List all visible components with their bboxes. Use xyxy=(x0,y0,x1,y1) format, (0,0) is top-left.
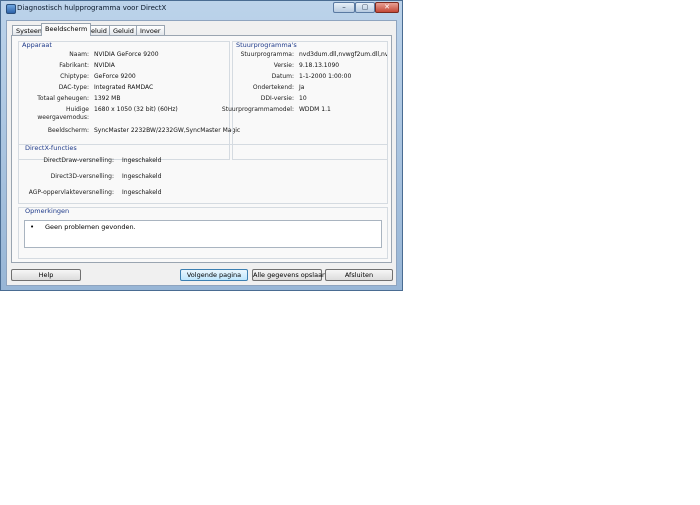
driver-version-label: Versie: xyxy=(273,62,294,69)
agp-label: AGP-oppervlakteversnelling: xyxy=(28,189,114,196)
driver-date-value: 1-1-2000 1:00:00 xyxy=(299,73,352,80)
device-manufacturer-label: Fabrikant: xyxy=(59,62,89,69)
drivers-group xyxy=(232,41,388,160)
device-chiptype-value: GeForce 9200 xyxy=(94,73,136,80)
maximize-button[interactable]: ▢ xyxy=(355,2,375,13)
driver-ddi-value: 10 xyxy=(299,95,307,102)
directx-features-title: DirectX-functies xyxy=(25,144,77,152)
minimize-button[interactable]: – xyxy=(333,2,355,13)
device-dactype-label: DAC-type: xyxy=(58,84,89,91)
driver-model-label: Stuurprogrammamodel: xyxy=(221,106,294,113)
direct3d-value: Ingeschakeld xyxy=(122,173,162,180)
driver-files-label: Stuurprogramma: xyxy=(240,51,294,58)
help-button[interactable]: Help xyxy=(11,269,81,281)
directdraw-label: DirectDraw-versnelling: xyxy=(43,157,114,164)
next-page-button[interactable]: Volgende pagina xyxy=(180,269,248,281)
drivers-group-title: Stuurprogramma's xyxy=(236,41,297,49)
driver-version-value: 9.18.13.1090 xyxy=(299,62,340,69)
directx-diag-window: Diagnostisch hulpprogramma voor DirectX … xyxy=(0,0,403,291)
device-monitor-value: SyncMaster 2232BW/2232GW,SyncMaster Magi… xyxy=(94,127,241,134)
note-text: Geen problemen gevonden. xyxy=(45,223,136,231)
driver-signed-label: Ondertekend: xyxy=(252,84,294,91)
agp-value: Ingeschakeld xyxy=(122,189,162,196)
device-displaymode-value: 1680 x 1050 (32 bit) (60Hz) xyxy=(94,106,178,113)
device-memory-value: 1392 MB xyxy=(94,95,121,102)
window-title: Diagnostisch hulpprogramma voor DirectX xyxy=(17,4,167,12)
driver-model-value: WDDM 1.1 xyxy=(299,106,331,113)
note-bullet: • xyxy=(30,223,35,231)
device-displaymode-label-2: weergavemodus: xyxy=(37,114,89,121)
device-dactype-value: Integrated RAMDAC xyxy=(94,84,154,91)
driver-ddi-label: DDI-versie: xyxy=(260,95,294,102)
device-chiptype-label: Chiptype: xyxy=(60,73,89,80)
device-monitor-label: Beeldscherm: xyxy=(47,127,89,134)
tab-invoer[interactable]: Invoer xyxy=(136,25,165,35)
device-displaymode-label: Huidige xyxy=(66,106,89,113)
direct3d-label: Direct3D-versnelling: xyxy=(50,173,114,180)
device-name-value: NVIDIA GeForce 9200 xyxy=(94,51,159,58)
directdraw-value: Ingeschakeld xyxy=(122,157,162,164)
device-memory-label: Totaal geheugen: xyxy=(37,95,89,102)
notes-title: Opmerkingen xyxy=(25,207,70,215)
save-all-button[interactable]: Alle gegevens opslaan... xyxy=(252,269,332,281)
driver-files-value: nvd3dum.dll,nvwgf2um.dll,nvwgf2i xyxy=(299,51,387,58)
driver-signed-value: Ja xyxy=(299,84,305,91)
driver-date-label: Datum: xyxy=(271,73,294,80)
device-name-label: Naam: xyxy=(69,51,89,58)
device-group-title: Apparaat xyxy=(22,41,52,49)
exit-button[interactable]: Afsluiten xyxy=(325,269,393,281)
dialog-client-area: Systeem Beeldscherm Geluid 1 Geluid 2 In… xyxy=(6,20,397,286)
tab-beeldscherm[interactable]: Beeldscherm xyxy=(41,23,92,36)
notes-textbox[interactable]: • Geen problemen gevonden. xyxy=(24,220,382,248)
title-bar[interactable]: Diagnostisch hulpprogramma voor DirectX … xyxy=(1,1,402,17)
directx-app-icon xyxy=(6,4,16,14)
close-button[interactable]: ✕ xyxy=(375,2,399,13)
device-manufacturer-value: NVIDIA xyxy=(94,62,115,69)
